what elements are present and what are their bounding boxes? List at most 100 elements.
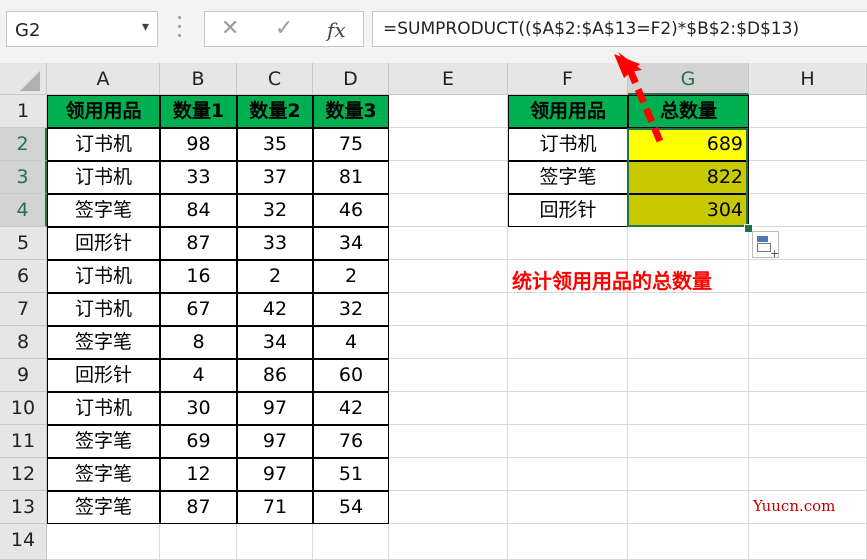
table-cell[interactable]: 34 (313, 227, 389, 260)
row-header-11[interactable]: 11 (0, 425, 47, 458)
table-cell[interactable]: 订书机 (47, 128, 160, 161)
empty-cell[interactable] (160, 524, 237, 560)
table-cell[interactable]: 订书机 (47, 392, 160, 425)
empty-cell[interactable] (389, 392, 508, 425)
table-cell[interactable]: 46 (313, 194, 389, 227)
row-header-2[interactable]: 2 (0, 128, 47, 161)
column-header-d[interactable]: D (313, 63, 389, 95)
empty-cell[interactable] (749, 260, 867, 293)
chevron-down-icon[interactable]: ▾ (142, 19, 149, 35)
table-cell[interactable]: 签字笔 (47, 491, 160, 524)
empty-cell[interactable] (749, 161, 867, 194)
table-cell[interactable]: 33 (160, 161, 237, 194)
table-cell[interactable]: 34 (237, 326, 313, 359)
enter-icon[interactable]: ✓ (275, 16, 293, 41)
table-header-cell[interactable]: 数量1 (160, 95, 237, 128)
table-cell[interactable]: 86 (237, 359, 313, 392)
empty-cell[interactable] (628, 227, 749, 260)
table-cell[interactable]: 2 (313, 260, 389, 293)
table-cell[interactable]: 98 (160, 128, 237, 161)
empty-cell[interactable] (389, 326, 508, 359)
empty-cell[interactable] (628, 458, 749, 491)
row-header-4[interactable]: 4 (0, 194, 47, 227)
table-cell[interactable]: 87 (160, 227, 237, 260)
row-header-1[interactable]: 1 (0, 95, 47, 128)
name-box[interactable]: G2 ▾ (6, 11, 158, 47)
table-cell[interactable]: 69 (160, 425, 237, 458)
empty-cell[interactable] (749, 458, 867, 491)
row-header-14[interactable]: 14 (0, 524, 47, 560)
empty-cell[interactable] (749, 293, 867, 326)
table-cell[interactable]: 84 (160, 194, 237, 227)
empty-cell[interactable] (389, 194, 508, 227)
table-cell[interactable]: 97 (237, 425, 313, 458)
empty-cell[interactable] (47, 524, 160, 560)
table-cell[interactable]: 54 (313, 491, 389, 524)
table-cell[interactable]: 订书机 (47, 260, 160, 293)
empty-cell[interactable] (389, 95, 508, 128)
row-header-10[interactable]: 10 (0, 392, 47, 425)
table-cell[interactable]: 订书机 (47, 161, 160, 194)
empty-cell[interactable] (389, 458, 508, 491)
table-header-cell[interactable]: 领用用品 (47, 95, 160, 128)
table-header-cell[interactable]: 数量3 (313, 95, 389, 128)
empty-cell[interactable] (749, 392, 867, 425)
table-cell[interactable]: 签字笔 (47, 194, 160, 227)
empty-cell[interactable] (508, 392, 628, 425)
table-cell[interactable]: 2 (237, 260, 313, 293)
table-cell[interactable]: 67 (160, 293, 237, 326)
empty-cell[interactable] (628, 359, 749, 392)
empty-cell[interactable] (628, 491, 749, 524)
row-header-6[interactable]: 6 (0, 260, 47, 293)
table-cell[interactable]: 71 (237, 491, 313, 524)
empty-cell[interactable] (749, 326, 867, 359)
empty-cell[interactable] (628, 425, 749, 458)
empty-cell[interactable] (749, 128, 867, 161)
select-all-corner[interactable] (0, 63, 47, 95)
column-header-h[interactable]: H (749, 63, 867, 95)
table-cell[interactable]: 81 (313, 161, 389, 194)
table-cell[interactable]: 签字笔 (47, 326, 160, 359)
summary-total-cell[interactable]: 822 (628, 161, 749, 194)
empty-cell[interactable] (749, 425, 867, 458)
empty-cell[interactable] (389, 161, 508, 194)
table-cell[interactable]: 签字笔 (47, 425, 160, 458)
formula-input[interactable]: =SUMPRODUCT(($A$2:$A$13=F2)*$B$2:$D$13) (372, 11, 867, 47)
empty-cell[interactable] (389, 260, 508, 293)
table-cell[interactable]: 35 (237, 128, 313, 161)
table-cell[interactable]: 订书机 (47, 293, 160, 326)
table-cell[interactable]: 51 (313, 458, 389, 491)
empty-cell[interactable] (389, 227, 508, 260)
table-cell[interactable]: 16 (160, 260, 237, 293)
row-header-3[interactable]: 3 (0, 161, 47, 194)
empty-cell[interactable] (749, 524, 867, 560)
table-cell[interactable]: 4 (160, 359, 237, 392)
empty-cell[interactable] (749, 95, 867, 128)
row-header-9[interactable]: 9 (0, 359, 47, 392)
insert-function-icon[interactable]: fx (327, 18, 346, 42)
summary-item-cell[interactable]: 签字笔 (508, 161, 628, 194)
row-header-5[interactable]: 5 (0, 227, 47, 260)
row-header-7[interactable]: 7 (0, 293, 47, 326)
table-cell[interactable]: 97 (237, 392, 313, 425)
table-cell[interactable]: 32 (313, 293, 389, 326)
table-cell[interactable]: 签字笔 (47, 458, 160, 491)
empty-cell[interactable] (313, 524, 389, 560)
table-cell[interactable]: 8 (160, 326, 237, 359)
table-cell[interactable]: 42 (237, 293, 313, 326)
empty-cell[interactable] (508, 491, 628, 524)
empty-cell[interactable] (508, 425, 628, 458)
empty-cell[interactable] (389, 491, 508, 524)
table-cell[interactable]: 42 (313, 392, 389, 425)
quick-analysis-icon[interactable]: + (752, 231, 779, 260)
table-cell[interactable]: 32 (237, 194, 313, 227)
empty-cell[interactable] (508, 458, 628, 491)
summary-total-cell[interactable]: 304 (628, 194, 749, 227)
empty-cell[interactable] (508, 359, 628, 392)
empty-cell[interactable] (389, 524, 508, 560)
table-cell[interactable]: 4 (313, 326, 389, 359)
column-header-e[interactable]: E (389, 63, 508, 95)
empty-cell[interactable] (628, 326, 749, 359)
table-cell[interactable]: 76 (313, 425, 389, 458)
table-cell[interactable]: 回形针 (47, 227, 160, 260)
